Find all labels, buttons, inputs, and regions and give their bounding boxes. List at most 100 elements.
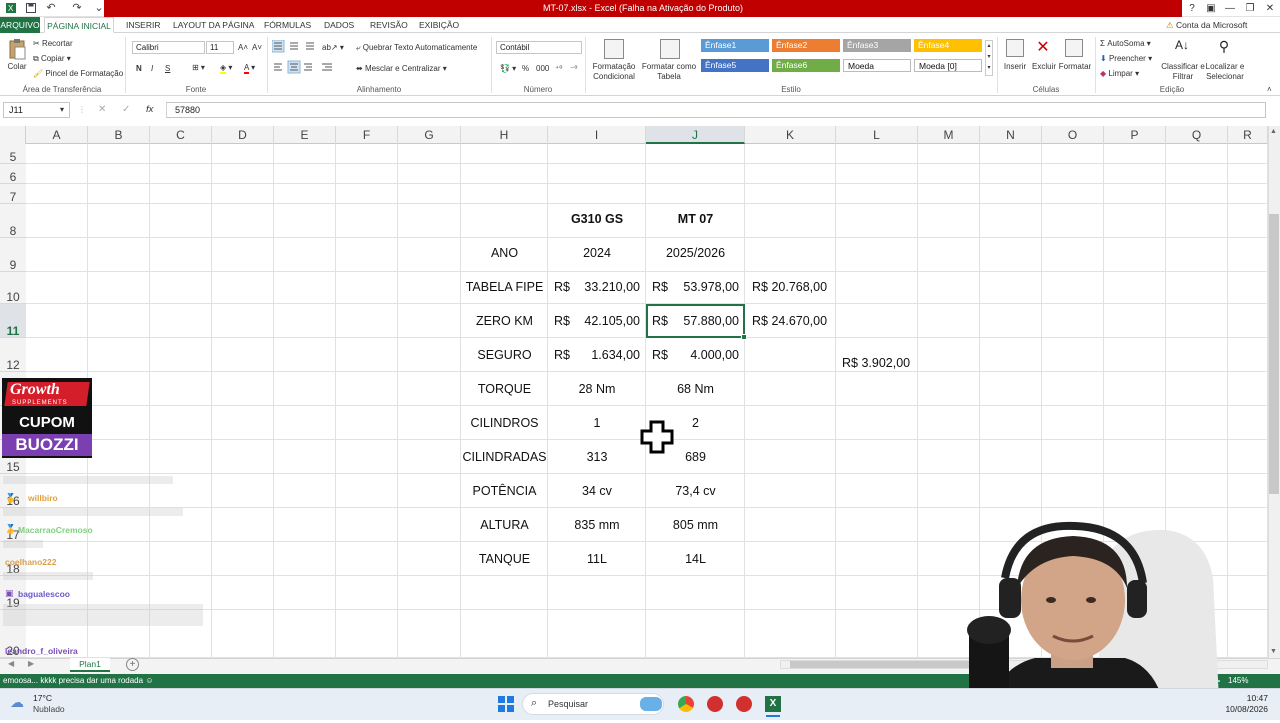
row-header-9[interactable]: 9 — [0, 238, 26, 272]
column-header-e[interactable]: E — [274, 126, 336, 144]
cell-tanque-g310[interactable]: 11L — [548, 549, 646, 569]
cancel-entry-icon[interactable]: ✕ — [98, 104, 106, 115]
cut-button[interactable]: ✂ Recortar — [33, 38, 73, 49]
row-header-6[interactable]: 6 — [0, 164, 26, 184]
format-table-icon[interactable] — [660, 39, 680, 59]
tab-data[interactable]: DADOS — [318, 17, 360, 33]
format-as-table-button[interactable]: Formatar como Tabela — [641, 62, 697, 82]
scroll-up-arrow-icon[interactable]: ▲ — [1270, 128, 1277, 135]
column-header-c[interactable]: C — [150, 126, 212, 144]
tab-view[interactable]: EXIBIÇÃO — [413, 17, 465, 33]
sheet-tab-plan1[interactable]: Plan1 — [70, 658, 110, 672]
cell-altura-g310[interactable]: 835 mm — [548, 515, 646, 535]
find-select-button[interactable]: Localizar e Selecionar — [1200, 62, 1250, 82]
cell-potencia-mt07[interactable]: 73,4 cv — [646, 481, 745, 501]
cell-potencia-g310[interactable]: 34 cv — [548, 481, 646, 501]
tab-page-layout[interactable]: LAYOUT DA PÁGINA — [167, 17, 260, 33]
column-header-b[interactable]: B — [88, 126, 150, 144]
paste-icon[interactable] — [8, 38, 26, 60]
cell-zerokm-g310[interactable]: 42.105,00 — [560, 311, 640, 331]
confirm-entry-icon[interactable]: ✓ — [122, 104, 130, 115]
increase-decimal-icon[interactable]: ⁺⁰ — [555, 63, 562, 74]
app-red-icon-2[interactable] — [736, 696, 752, 712]
account-link[interactable]: ⚠ Conta da Microsoft — [1160, 17, 1253, 33]
column-header-n[interactable]: N — [980, 126, 1042, 144]
percent-button[interactable]: % — [522, 63, 529, 74]
app-red-icon[interactable] — [707, 696, 723, 712]
autosum-button[interactable]: Σ AutoSoma ▾ — [1100, 38, 1151, 49]
column-header-i[interactable]: I — [548, 126, 646, 144]
column-header-k[interactable]: K — [745, 126, 836, 144]
italic-button[interactable]: I — [151, 63, 153, 74]
insert-function-icon[interactable]: fx — [146, 104, 153, 115]
column-header-m[interactable]: M — [918, 126, 980, 144]
cell-torque-g310[interactable]: 28 Nm — [548, 379, 646, 399]
weather-cloud-icon[interactable]: ☁ — [10, 694, 24, 711]
label-ano[interactable]: ANO — [461, 243, 548, 263]
label-torque[interactable]: TORQUE — [461, 379, 548, 399]
styles-more-icon[interactable]: ▴ ▾ ▾ — [985, 40, 993, 76]
clock-date[interactable]: 10/08/2026 — [1222, 704, 1268, 714]
label-zero-km[interactable]: ZERO KM — [461, 311, 548, 331]
column-header-h[interactable]: H — [461, 126, 548, 144]
tab-formulas[interactable]: FÓRMULAS — [258, 17, 317, 33]
weather-desc[interactable]: Nublado — [33, 704, 65, 714]
style-accent1[interactable]: Ênfase1 — [701, 39, 769, 52]
sheet-nav-next-icon[interactable]: ▶ — [28, 659, 34, 668]
restore-button[interactable]: ❐ — [1242, 1, 1258, 16]
weather-temp[interactable]: 17°C — [33, 693, 52, 703]
label-potencia[interactable]: POTÊNCIA — [461, 481, 548, 501]
name-box-dropdown-icon[interactable]: ▾ — [60, 104, 64, 115]
orientation-icon[interactable]: ab↗ ▾ — [322, 42, 344, 53]
binoculars-icon[interactable]: ⚲ — [1214, 38, 1234, 58]
conditional-format-icon[interactable] — [604, 39, 624, 59]
row-header-11[interactable]: 11 — [0, 304, 26, 338]
row-header-8[interactable]: 8 — [0, 204, 26, 238]
tab-file[interactable]: ARQUIVO — [0, 17, 40, 33]
format-cells-button[interactable]: Formatar — [1056, 62, 1094, 72]
number-format-combo[interactable]: Contábil — [496, 41, 582, 54]
close-button[interactable]: ✕ — [1262, 1, 1278, 16]
label-cilindradas[interactable]: CILINDRADAS — [461, 447, 548, 467]
fill-handle[interactable] — [741, 334, 747, 340]
sort-filter-icon[interactable]: A↓ — [1172, 38, 1192, 58]
paste-button[interactable]: Colar — [4, 62, 30, 72]
chrome-icon[interactable] — [678, 696, 694, 712]
column-header-d[interactable]: D — [212, 126, 274, 144]
tab-home[interactable]: PÁGINA INICIAL — [44, 17, 114, 33]
decrease-decimal-icon[interactable]: ⁻⁰ — [570, 63, 577, 74]
vertical-scroll-thumb[interactable] — [1269, 214, 1279, 494]
cell-fipe-g310[interactable]: 33.210,00 — [560, 277, 640, 297]
grow-font-icon[interactable]: A˄ — [238, 42, 248, 53]
style-accent4[interactable]: Ênfase4 — [914, 39, 982, 52]
style-accent3[interactable]: Ênfase3 — [843, 39, 911, 52]
windows-start-icon[interactable] — [498, 696, 514, 712]
cell-cilindros-g310[interactable]: 1 — [548, 413, 646, 433]
column-header-f[interactable]: F — [336, 126, 398, 144]
cell-fipe-mt07[interactable]: 53.978,00 — [658, 277, 739, 297]
copy-button[interactable]: ⧉ Copiar ▾ — [33, 53, 71, 64]
fill-color-icon[interactable]: ◈ ▾ — [220, 62, 232, 74]
style-currency-0[interactable]: Moeda [0] — [914, 59, 982, 72]
excel-taskbar-icon[interactable]: X — [765, 696, 781, 712]
column-header-a[interactable]: A — [26, 126, 88, 144]
label-tabela-fipe[interactable]: TABELA FIPE — [461, 277, 548, 297]
delete-cells-icon[interactable]: ✕ — [1034, 39, 1052, 57]
formula-input[interactable]: 57880 — [166, 102, 1266, 118]
cell-ano-mt07[interactable]: 2025/2026 — [646, 243, 745, 263]
excel-app-icon[interactable]: X — [4, 2, 18, 15]
column-header-g[interactable]: G — [398, 126, 461, 144]
cell-seguro-g310[interactable]: 1.634,00 — [560, 345, 640, 365]
wrap-text-button[interactable]: ⤶ Quebrar Texto Automaticamente — [356, 42, 477, 53]
cell-torque-mt07[interactable]: 68 Nm — [646, 379, 745, 399]
font-name-combo[interactable]: Calibri — [132, 41, 205, 54]
row-header-12[interactable]: 12 — [0, 338, 26, 372]
style-accent5[interactable]: Ênfase5 — [701, 59, 769, 72]
style-currency[interactable]: Moeda — [843, 59, 911, 72]
style-accent2[interactable]: Ênfase2 — [772, 39, 840, 52]
column-header-p[interactable]: P — [1104, 126, 1166, 144]
cell-zerokm-diff[interactable]: R$ 24.670,00 — [752, 311, 827, 331]
column-header-o[interactable]: O — [1042, 126, 1104, 144]
thousands-button[interactable]: 000 — [536, 63, 549, 74]
column-header-r[interactable]: R — [1228, 126, 1268, 144]
